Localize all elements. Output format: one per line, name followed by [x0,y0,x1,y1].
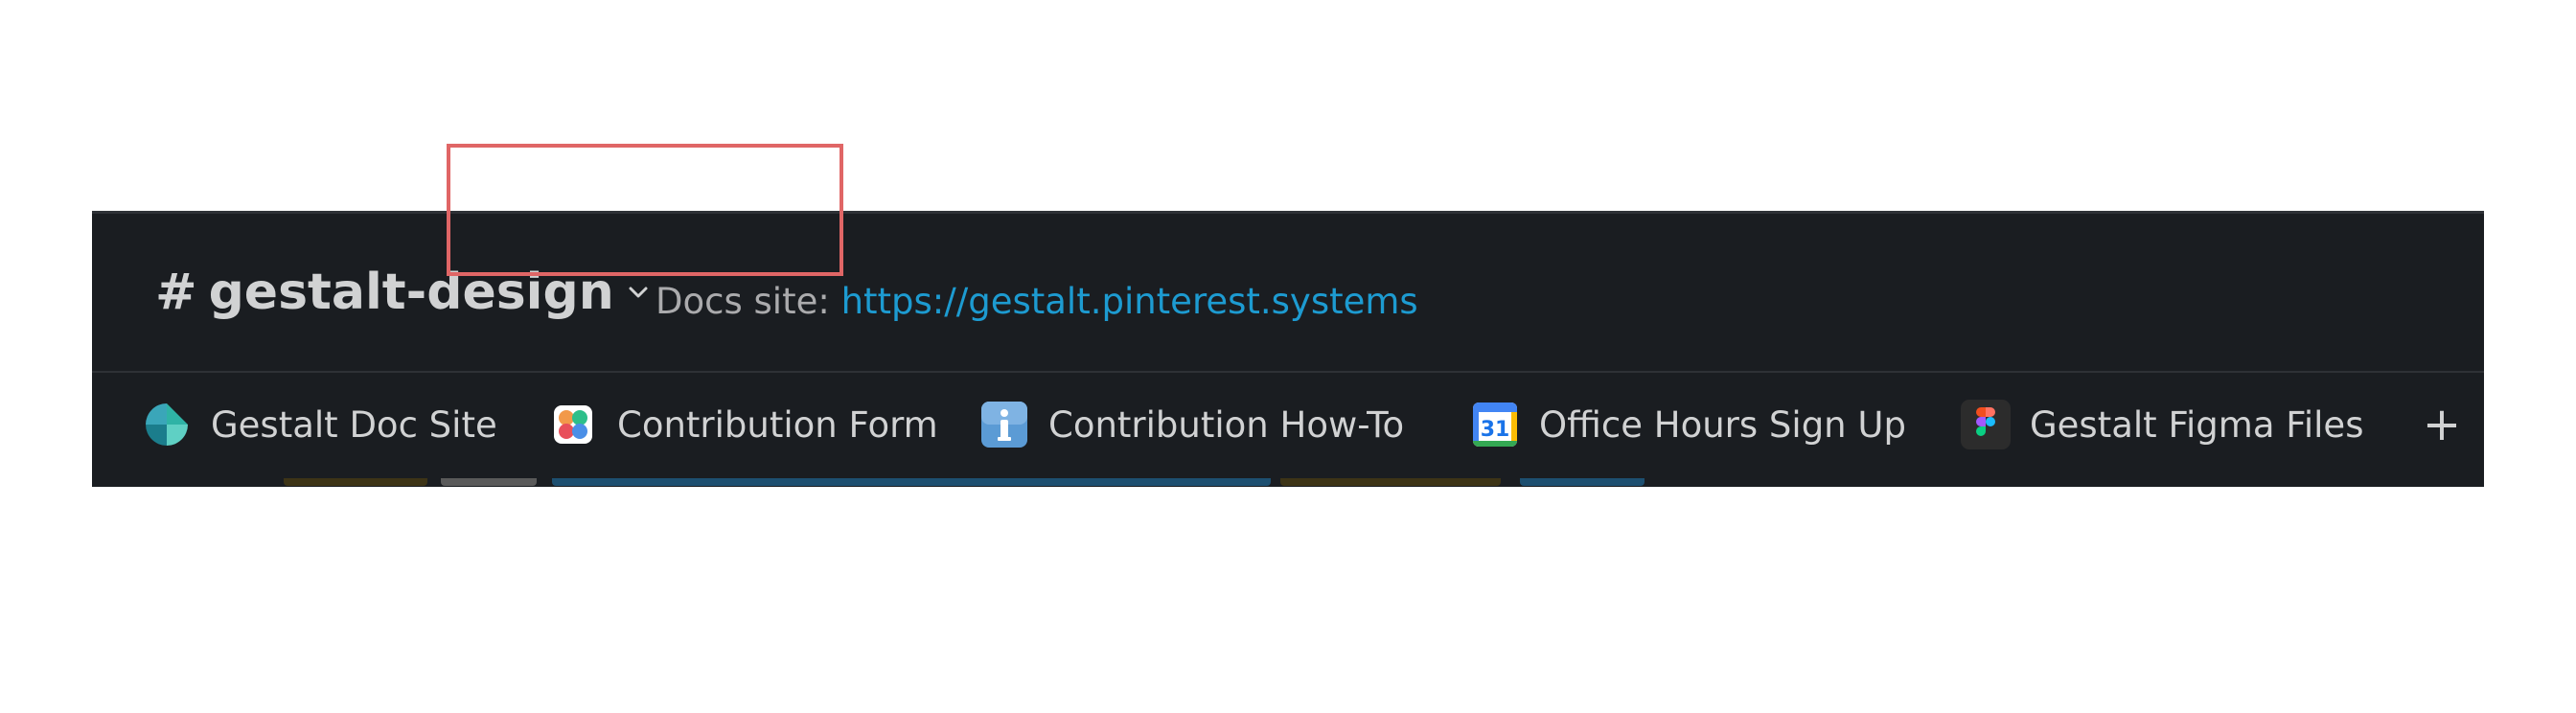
topic-prefix: Docs site: [656,281,841,322]
channel-name: gestalt-design [208,264,614,321]
channel-hash: # [155,264,197,321]
bookmark-label: Gestalt Figma Files [2030,403,2364,446]
channel-header: # gestalt-design Docs site: https://gest… [92,214,2484,371]
add-bookmark-button[interactable]: + [2419,396,2465,453]
form-app-icon [554,405,592,444]
channel-name-button[interactable]: # gestalt-design [155,264,649,321]
figma-icon [1961,400,2011,449]
svg-text:31: 31 [1481,418,1510,442]
channel-header-panel: # gestalt-design Docs site: https://gest… [92,211,2484,487]
bookmark-gestalt-figma-files[interactable]: Gestalt Figma Files [1961,396,2363,453]
message-content-peek [92,478,2484,487]
bookmark-gestalt-doc-site[interactable]: Gestalt Doc Site [142,396,497,453]
bookmark-contribution-form[interactable]: Contribution Form [548,396,938,453]
bookmark-label: Contribution Form [617,403,938,446]
info-icon [981,402,1027,448]
channel-topic: Docs site: https://gestalt.pinterest.sys… [656,281,1418,322]
bookmarks-bar: Gestalt Doc Site Contribution Form Contr… [92,373,2484,478]
topic-link[interactable]: https://gestalt.pinterest.systems [841,281,1418,322]
bookmark-label: Office Hours Sign Up [1539,403,1906,446]
bookmark-contribution-how-to[interactable]: Contribution How-To [979,396,1404,453]
gestalt-logo-icon [146,403,188,446]
bookmark-label: Contribution How-To [1048,403,1405,446]
chevron-down-icon [629,287,648,298]
bookmark-office-hours-sign-up[interactable]: 31 Office Hours Sign Up [1470,396,1906,453]
calendar-icon: 31 [1473,402,1517,447]
bookmark-label: Gestalt Doc Site [211,403,497,446]
